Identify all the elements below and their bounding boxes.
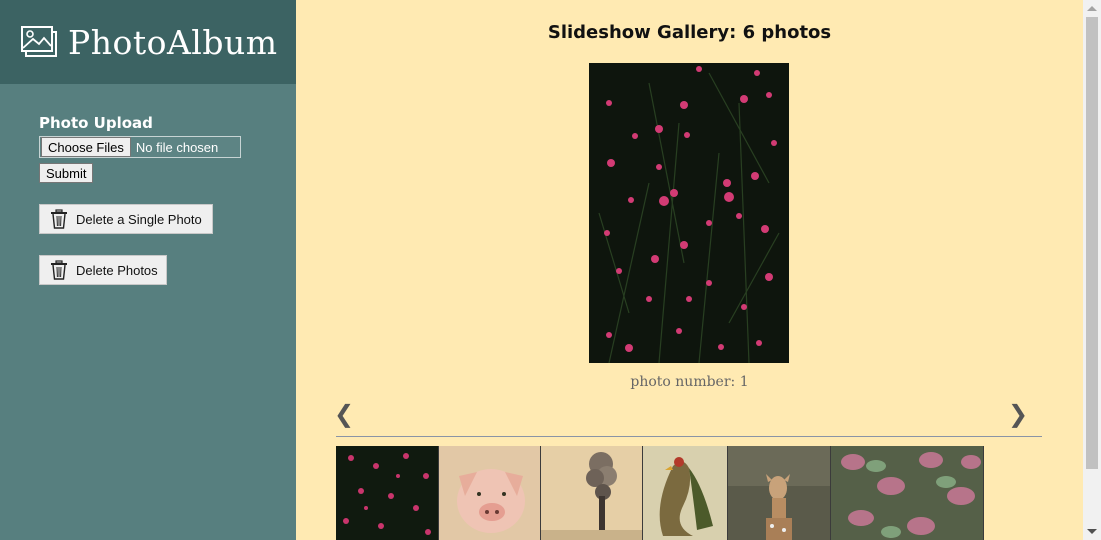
thumbnail-pig[interactable] [439, 446, 541, 540]
thumbnail-smoke[interactable] [541, 446, 643, 540]
thumbnail-strip [336, 446, 984, 540]
thumbnail-deer[interactable] [728, 446, 831, 540]
previous-arrow-icon[interactable]: ❮ [334, 400, 354, 428]
photo-number-caption: photo number: 1 [630, 374, 749, 390]
scroll-down-icon[interactable] [1087, 529, 1097, 534]
scrollbar-thumb[interactable] [1086, 17, 1098, 469]
upload-form: Photo Upload Choose Files No file chosen… [39, 114, 241, 183]
thumbnail-leaves[interactable] [831, 446, 984, 540]
delete-photos-button[interactable]: Delete Photos [39, 255, 167, 285]
delete-single-photo-button[interactable]: Delete a Single Photo [39, 204, 213, 234]
divider [336, 436, 1042, 437]
thumbnail-rooster[interactable] [643, 446, 728, 540]
delete-single-label: Delete a Single Photo [76, 211, 202, 227]
brand-name: PhotoAlbum [68, 22, 278, 62]
file-input[interactable]: Choose Files No file chosen [39, 136, 241, 158]
next-arrow-icon[interactable]: ❯ [1008, 400, 1028, 428]
file-status-text: No file chosen [135, 139, 219, 155]
submit-button[interactable]: Submit [39, 163, 94, 183]
slideshow-photo [589, 63, 789, 363]
gallery-title: Slideshow Gallery: 6 photos [547, 22, 832, 43]
trash-icon [51, 260, 67, 280]
brand-header[interactable]: PhotoAlbum [0, 0, 296, 84]
thumbnail-pink-flowers[interactable] [336, 446, 439, 540]
photo-album-icon [21, 26, 57, 57]
scroll-up-icon[interactable] [1087, 6, 1097, 11]
delete-photos-label: Delete Photos [76, 262, 158, 278]
choose-files-button[interactable]: Choose Files [41, 137, 131, 157]
trash-icon [51, 209, 67, 229]
flowers-image [589, 63, 789, 363]
vertical-scrollbar[interactable] [1083, 0, 1101, 540]
upload-title: Photo Upload [39, 114, 153, 132]
gallery-main: Slideshow Gallery: 6 photos photo number… [296, 0, 1083, 540]
sidebar: PhotoAlbum Photo Upload Choose Files No … [0, 0, 296, 540]
